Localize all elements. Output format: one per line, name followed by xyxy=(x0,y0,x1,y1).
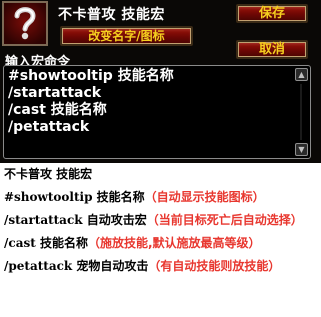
macro-line: /cast 技能名称 xyxy=(8,102,107,118)
command-text: /cast 技能名称 xyxy=(4,236,88,250)
cancel-button[interactable]: 取消 xyxy=(236,40,308,59)
explanation-row: /petattack 宠物自动攻击（有自动技能则放技能） xyxy=(4,255,318,278)
explanation-row: #showtooltip 技能名称（自动显示技能图标） xyxy=(4,186,318,209)
scroll-track[interactable] xyxy=(300,84,302,140)
command-note: （自动显示技能图标） xyxy=(144,190,265,204)
command-note: （当前目标死亡后自动选择） xyxy=(146,213,303,227)
macro-line: /startattack xyxy=(8,85,102,101)
command-text: #showtooltip 技能名称 xyxy=(4,190,145,204)
up-arrow-icon[interactable]: ▲ xyxy=(295,68,308,81)
explanation-row: /startattack 自动攻击宏（当前目标死亡后自动选择） xyxy=(4,209,318,232)
macro-line: /petattack xyxy=(8,119,90,135)
command-text: /startattack 自动攻击宏 xyxy=(4,213,147,227)
explanation-title: 不卡普攻 技能宏 xyxy=(4,167,93,181)
command-note: （有自动技能则放技能） xyxy=(148,259,281,273)
question-mark-icon xyxy=(4,3,46,44)
macro-line: #showtooltip 技能名称 xyxy=(8,68,174,84)
macro-icon-button[interactable] xyxy=(2,1,48,46)
change-name-icon-button[interactable]: 改变名字/图标 xyxy=(60,26,193,46)
command-note: （施放技能,默认施放最高等级） xyxy=(87,236,261,250)
scrollbar[interactable]: ▲ ▼ xyxy=(295,68,308,156)
macro-name: 不卡普攻 技能宏 xyxy=(58,7,165,23)
command-text: /petattack 宠物自动攻击 xyxy=(4,259,149,273)
save-button[interactable]: 保存 xyxy=(236,4,308,23)
explanation-row: /cast 技能名称（施放技能,默认施放最高等级） xyxy=(4,232,318,255)
macro-window: 不卡普攻 技能宏 保存 改变名字/图标 取消 输入宏命令 #showtoolti… xyxy=(0,0,321,163)
macro-explanation: 不卡普攻 技能宏 #showtooltip 技能名称（自动显示技能图标） /st… xyxy=(4,166,318,278)
down-arrow-icon[interactable]: ▼ xyxy=(295,143,308,156)
macro-text-editor[interactable]: #showtooltip 技能名称 /startattack /cast 技能名… xyxy=(3,65,311,159)
